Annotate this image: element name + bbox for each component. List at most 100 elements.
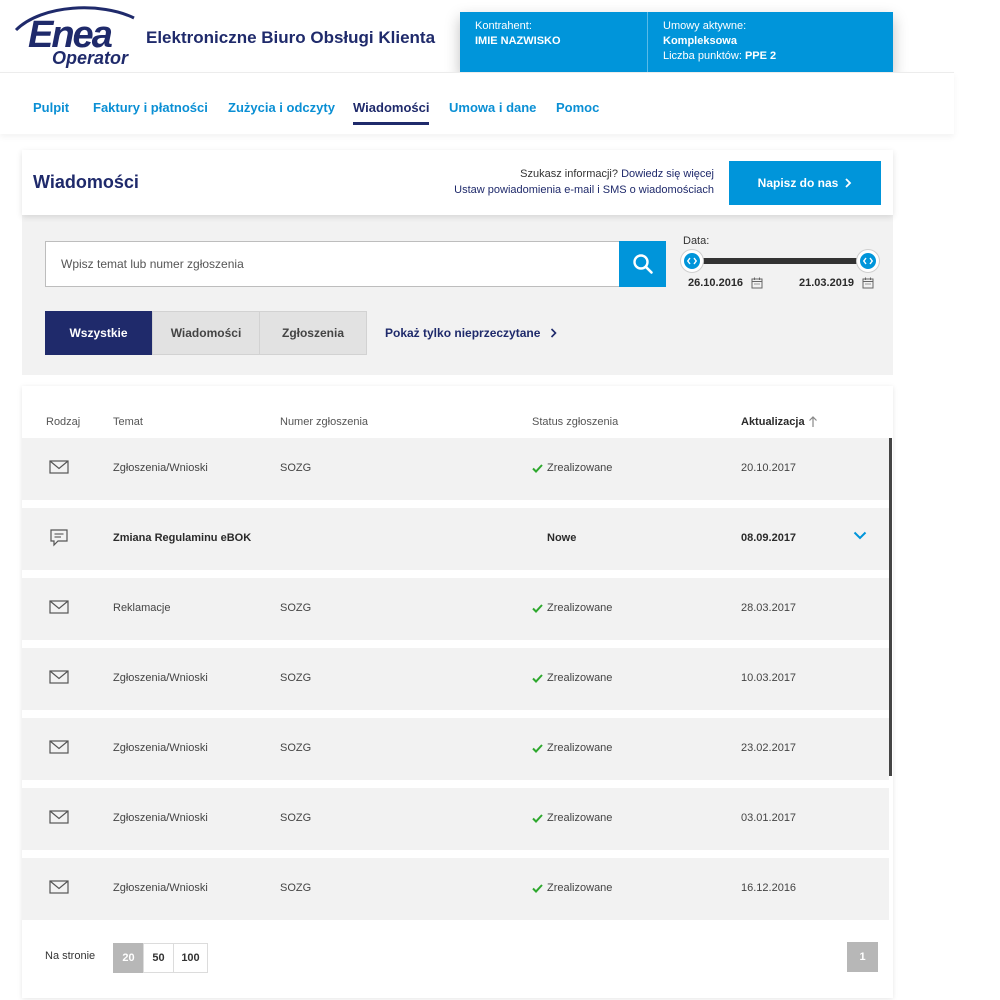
row-date: 23.02.2017 — [741, 742, 797, 754]
contractor-label: Kontrahent: — [475, 20, 532, 32]
check-icon — [532, 883, 543, 893]
row-status: Zrealizowane — [532, 602, 612, 614]
table-row[interactable]: Zgłoszenia/Wnioski SOZG Zrealizowane 03.… — [22, 788, 889, 850]
nav-item-pulpit[interactable]: Pulpit — [33, 100, 69, 115]
page-title: Wiadomości — [33, 172, 139, 192]
table-scrollbar[interactable] — [889, 438, 892, 776]
envelope-icon — [49, 600, 69, 614]
row-subject: Zgłoszenia/Wnioski — [113, 672, 208, 684]
envelope-icon — [49, 670, 69, 684]
calendar-icon — [751, 277, 763, 289]
calendar-icon — [862, 277, 874, 289]
row-subject: Zgłoszenia/Wnioski — [113, 462, 208, 474]
row-status: Zrealizowane — [532, 812, 612, 824]
row-date: 10.03.2017 — [741, 672, 797, 684]
contracts-label: Umowy aktywne: — [663, 20, 747, 32]
per-page-20[interactable]: 20 — [113, 943, 144, 973]
site-title: Elektroniczne Biuro Obsługi Klienta — [146, 28, 436, 47]
info-question: Szukasz informacji? — [520, 168, 618, 180]
row-status: Zrealizowane — [532, 882, 612, 894]
check-icon — [532, 603, 543, 613]
row-status-text: Zrealizowane — [547, 812, 613, 824]
table-row[interactable]: Zgłoszenia/Wnioski SOZG Zrealizowane 23.… — [22, 718, 889, 780]
nav-item-pomoc[interactable]: Pomoc — [556, 100, 599, 115]
date-range-track[interactable] — [691, 258, 869, 264]
row-number: SOZG — [280, 812, 312, 824]
col-header-updated-label: Aktualizacja — [741, 416, 805, 428]
messages-title-panel: Wiadomości Szukasz informacji? Dowiedz s… — [22, 150, 893, 215]
row-date: 28.03.2017 — [741, 602, 797, 614]
per-page-100[interactable]: 100 — [173, 943, 208, 973]
date-from-value: 26.10.2016 — [688, 277, 744, 289]
notification-settings-link[interactable]: Ustaw powiadomienia e-mail i SMS o wiado… — [454, 182, 714, 198]
row-date: 16.12.2016 — [741, 882, 797, 894]
date-to[interactable]: 21.03.2019 — [799, 277, 874, 289]
col-header-type: Rodzaj — [46, 416, 81, 428]
col-header-number: Numer zgłoszenia — [280, 416, 369, 428]
check-icon — [532, 673, 543, 683]
show-unread-label: Pokaż tylko nieprzeczytane — [385, 326, 541, 340]
learn-more-link[interactable]: Dowiedz się więcej — [621, 168, 714, 180]
row-subject: Zgłoszenia/Wnioski — [113, 812, 208, 824]
col-header-subject: Temat — [113, 416, 143, 428]
row-subject: Zmiana Regulaminu eBOK — [113, 532, 252, 544]
col-header-updated[interactable]: Aktualizacja — [741, 416, 818, 428]
row-subject: Zgłoszenia/Wnioski — [113, 882, 208, 894]
search-icon — [632, 254, 653, 274]
row-number: SOZG — [280, 882, 312, 894]
table-row[interactable]: Zgłoszenia/Wnioski SOZG Zrealizowane 20.… — [22, 438, 889, 500]
table-row[interactable]: Zmiana Regulaminu eBOK Nowe 08.09.2017 — [22, 508, 889, 570]
check-icon — [532, 463, 543, 473]
date-from-handle[interactable] — [681, 250, 703, 272]
search-button[interactable] — [619, 241, 666, 287]
row-status: Zrealizowane — [532, 672, 612, 684]
chat-icon — [50, 529, 68, 547]
nav-item-zuzycia[interactable]: Zużycia i odczyty — [228, 100, 335, 115]
envelope-icon — [49, 460, 69, 474]
nav-item-faktury[interactable]: Faktury i płatności — [93, 100, 208, 115]
nav-item-umowa[interactable]: Umowa i dane — [449, 100, 536, 115]
date-from[interactable]: 26.10.2016 — [688, 277, 763, 289]
enea-logo[interactable]: Enea Operator — [12, 4, 137, 70]
date-to-value: 21.03.2019 — [799, 277, 855, 289]
write-to-us-label: Napisz do nas — [757, 176, 839, 190]
date-range-label: Data: — [683, 235, 710, 247]
search-input[interactable]: Wpisz temat lub numer zgłoszenia — [45, 241, 621, 287]
drag-arrows-icon — [863, 257, 873, 265]
row-status-text: Zrealizowane — [547, 462, 613, 474]
show-unread-link[interactable]: Pokaż tylko nieprzeczytane — [385, 326, 558, 340]
contractor-info: Kontrahent: IMIE NAZWISKO — [460, 12, 648, 73]
contracts-info: Umowy aktywne: Kompleksowa Liczba punktó… — [648, 12, 791, 73]
row-number: SOZG — [280, 462, 312, 474]
contractor-name: IMIE NAZWISKO — [475, 35, 561, 47]
per-page-label: Na stronie — [45, 950, 96, 962]
filter-tab-all[interactable]: Wszystkie — [45, 311, 152, 355]
row-date: 20.10.2017 — [741, 462, 797, 474]
date-to-handle[interactable] — [857, 250, 879, 272]
chevron-down-icon[interactable] — [853, 531, 867, 540]
row-status: Zrealizowane — [532, 462, 612, 474]
write-to-us-button[interactable]: Napisz do nas — [729, 161, 881, 205]
check-icon — [532, 743, 543, 753]
messages-table: Rodzaj Temat Numer zgłoszenia Status zgł… — [22, 386, 893, 998]
account-info-box: Kontrahent: IMIE NAZWISKO Umowy aktywne:… — [460, 12, 893, 73]
filter-tab-messages[interactable]: Wiadomości — [152, 311, 260, 355]
row-status-text: Zrealizowane — [547, 882, 613, 894]
row-number: SOZG — [280, 742, 312, 754]
drag-arrows-icon — [687, 257, 697, 265]
per-page-50[interactable]: 50 — [143, 943, 174, 973]
info-lines: Szukasz informacji? Dowiedz się więcej U… — [454, 166, 714, 198]
table-row[interactable]: Zgłoszenia/Wnioski SOZG Zrealizowane 10.… — [22, 648, 889, 710]
filter-tab-requests[interactable]: Zgłoszenia — [259, 311, 367, 355]
header: Enea Operator Elektroniczne Biuro Obsług… — [0, 0, 954, 73]
row-status-text: Nowe — [547, 532, 577, 544]
envelope-icon — [49, 810, 69, 824]
table-row[interactable]: Zgłoszenia/Wnioski SOZG Zrealizowane 16.… — [22, 858, 889, 920]
nav-item-wiadomosci[interactable]: Wiadomości — [353, 100, 430, 125]
table-row[interactable]: Reklamacje SOZG Zrealizowane 28.03.2017 — [22, 578, 889, 640]
envelope-icon — [49, 740, 69, 754]
chevron-right-icon — [551, 328, 558, 338]
points-label: Liczba punktów: — [663, 50, 742, 62]
logo-subtitle: Operator — [52, 48, 129, 68]
page-button-1[interactable]: 1 — [847, 942, 878, 972]
